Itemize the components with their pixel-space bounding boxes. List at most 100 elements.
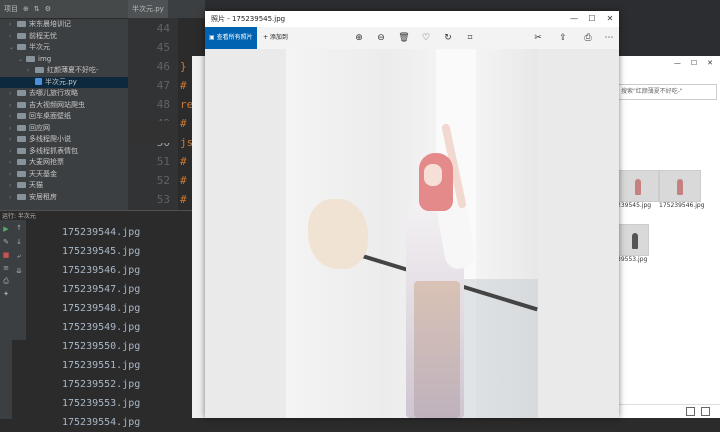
tree-item[interactable]: › 天猫 xyxy=(0,180,128,192)
tree-item[interactable]: ⌄ 半次元 xyxy=(0,42,128,54)
tree-item[interactable]: › 回应网 xyxy=(0,123,128,135)
explorer-search-input[interactable]: 搜索"红颜薄夏不好吃-" xyxy=(617,84,717,100)
console-line: 175239548.jpg xyxy=(62,303,141,314)
expand-arrow-icon[interactable]: › xyxy=(9,169,17,181)
console-line: 175239553.jpg xyxy=(62,398,141,409)
project-panel: 项目 ⊕ ⇅ ⚙ › 宋东晨培训记 › 前程无忧 ⌄ 半次元 ⌄ img › 红颜薄夏不好吃- 半次元.p… xyxy=(0,0,128,210)
run-tab[interactable]: 运行: 半次元 xyxy=(0,211,36,220)
run-side-toolbar: ↑ ↓ ⤶ ⇊ xyxy=(12,220,26,340)
tree-item[interactable]: › 多线程爬小说 xyxy=(0,134,128,146)
folder-icon xyxy=(17,90,26,96)
expand-arrow-icon[interactable]: › xyxy=(9,192,17,204)
expand-arrow-icon[interactable]: › xyxy=(9,123,17,135)
stop-icon[interactable]: ■ xyxy=(2,251,10,259)
console-line: 175239545.jpg xyxy=(62,246,141,257)
expand-arrow-icon[interactable]: › xyxy=(9,180,17,192)
tree-item[interactable]: › 吉大视频网站爬虫 xyxy=(0,100,128,112)
tree-item[interactable]: › 宋东晨培训记 xyxy=(0,19,128,31)
maximize-icon[interactable]: ☐ xyxy=(583,11,601,27)
tree-item[interactable]: 半次元.py xyxy=(0,76,128,88)
tree-item-label: 半次元.py xyxy=(45,77,77,86)
tree-item-label: 大麦网抢票 xyxy=(29,158,64,166)
explorer-window-controls: — ☐ ✕ xyxy=(613,56,720,70)
expand-arrow-icon[interactable]: › xyxy=(9,157,17,169)
tree-item[interactable]: ⌄ img xyxy=(0,54,128,66)
expand-arrow-icon[interactable]: › xyxy=(9,111,17,123)
code-token: } xyxy=(180,60,187,73)
thumbnail-175239553[interactable] xyxy=(617,224,649,256)
edit-create-icon[interactable]: ✂ xyxy=(532,32,544,44)
folder-icon xyxy=(17,101,26,108)
folder-icon xyxy=(17,193,26,200)
console-line: 175239547.jpg xyxy=(62,284,141,295)
expand-arrow-icon[interactable]: ⌄ xyxy=(9,42,17,54)
folder-icon xyxy=(26,55,35,62)
wrap-icon[interactable]: ⤶ xyxy=(12,252,26,261)
details-view-icon[interactable] xyxy=(686,407,695,416)
add-to-button[interactable]: + 添加到 xyxy=(263,27,288,49)
editor-tab[interactable]: 半次元.py xyxy=(128,0,168,18)
share-icon[interactable]: ⇪ xyxy=(557,32,569,44)
print-icon[interactable]: ⎙ xyxy=(582,32,594,44)
tree-item[interactable]: › 回车桌面壁纸 xyxy=(0,111,128,123)
tree-item[interactable]: › 多线程抓表情包 xyxy=(0,146,128,158)
wrench-icon[interactable]: ✎ xyxy=(2,238,10,246)
large-icons-view-icon[interactable] xyxy=(701,407,710,416)
expand-arrow-icon[interactable]: › xyxy=(9,100,17,112)
photo-viewer[interactable] xyxy=(205,49,619,418)
folder-icon xyxy=(17,21,26,27)
thumbnail-175239545[interactable] xyxy=(617,170,659,202)
expand-arrow-icon[interactable]: › xyxy=(9,134,17,146)
expand-arrow-icon[interactable]: › xyxy=(9,88,17,100)
close-icon[interactable]: ✕ xyxy=(601,11,619,27)
line-number: 51 xyxy=(156,155,170,168)
line-number: 45 xyxy=(156,41,170,54)
photos-window-controls: — ☐ ✕ xyxy=(565,11,619,27)
layout-icon[interactable]: ≡ xyxy=(2,264,10,272)
run-panel: 运行: 半次元 ▶ ✎ ■ ≡ ⎙ ✦ ↑ ↓ ⤶ ⇊ 175239544.jp… xyxy=(0,210,205,428)
minimize-icon[interactable]: — xyxy=(674,59,681,67)
see-all-photos-button[interactable]: ▣ 查看所有照片 xyxy=(205,27,257,49)
project-header-icon[interactable]: ⊕ xyxy=(23,0,29,18)
close-icon[interactable]: ✕ xyxy=(707,59,713,67)
tree-item[interactable]: › 前程无忧 xyxy=(0,31,128,43)
expand-arrow-icon[interactable]: › xyxy=(9,31,17,43)
project-header-icon[interactable]: ⚙ xyxy=(45,0,51,18)
up-icon[interactable]: ↑ xyxy=(12,224,26,232)
expand-arrow-icon[interactable]: › xyxy=(27,65,35,77)
expand-arrow-icon[interactable]: ⌄ xyxy=(18,54,26,66)
tree-item-label: 红颜薄夏不好吃- xyxy=(47,66,99,74)
tree-item[interactable]: › 去哪儿旅行攻略 xyxy=(0,88,128,100)
tree-item[interactable]: › 天天基金 xyxy=(0,169,128,181)
run-toolbar: ▶ ✎ ■ ≡ ⎙ ✦ xyxy=(0,220,12,419)
photos-titlebar: 照片 - 175239545.jpg — ☐ ✕ xyxy=(205,11,619,27)
project-header-icon[interactable]: ⇅ xyxy=(34,0,40,18)
tree-item-label: 天猫 xyxy=(29,181,43,189)
explorer-statusbar xyxy=(612,404,720,418)
tree-item-label: 前程无忧 xyxy=(29,31,57,40)
more-icon[interactable]: ⋯ xyxy=(603,32,615,44)
play-icon[interactable]: ▶ xyxy=(2,225,10,233)
explorer-left-edge xyxy=(192,56,205,418)
tree-item[interactable]: › 安居租房 xyxy=(0,192,128,204)
down-icon[interactable]: ↓ xyxy=(12,238,26,246)
line-number-gutter: 44454647484950515253 xyxy=(128,18,178,210)
minimize-icon[interactable]: — xyxy=(565,11,583,27)
tree-item[interactable]: › 红颜薄夏不好吃- xyxy=(0,65,128,77)
maximize-icon[interactable]: ☐ xyxy=(691,59,697,67)
zoom-out-icon[interactable]: ⊖ xyxy=(375,32,387,44)
thumbnail-175239546[interactable] xyxy=(659,170,701,202)
print-output-icon[interactable]: ⎙ xyxy=(2,277,10,285)
pin-icon[interactable]: ✦ xyxy=(2,290,10,298)
tree-item[interactable]: › 大麦网抢票 xyxy=(0,157,128,169)
heart-icon[interactable]: ♡ xyxy=(420,32,432,44)
zoom-in-icon[interactable]: ⊕ xyxy=(353,32,365,44)
file-explorer-window: — ☐ ✕ 搜索"红颜薄夏不好吃-" 239545.jpg 175239546.jp… xyxy=(612,56,720,418)
expand-arrow-icon[interactable]: › xyxy=(9,19,17,31)
expand-arrow-icon[interactable]: › xyxy=(9,146,17,158)
scroll-end-icon[interactable]: ⇊ xyxy=(12,267,26,275)
rotate-icon[interactable]: ↻ xyxy=(442,32,454,44)
delete-icon[interactable]: 🗑 xyxy=(398,32,410,44)
code-token: # xyxy=(180,193,187,206)
crop-icon[interactable]: ⌗ xyxy=(464,32,476,44)
